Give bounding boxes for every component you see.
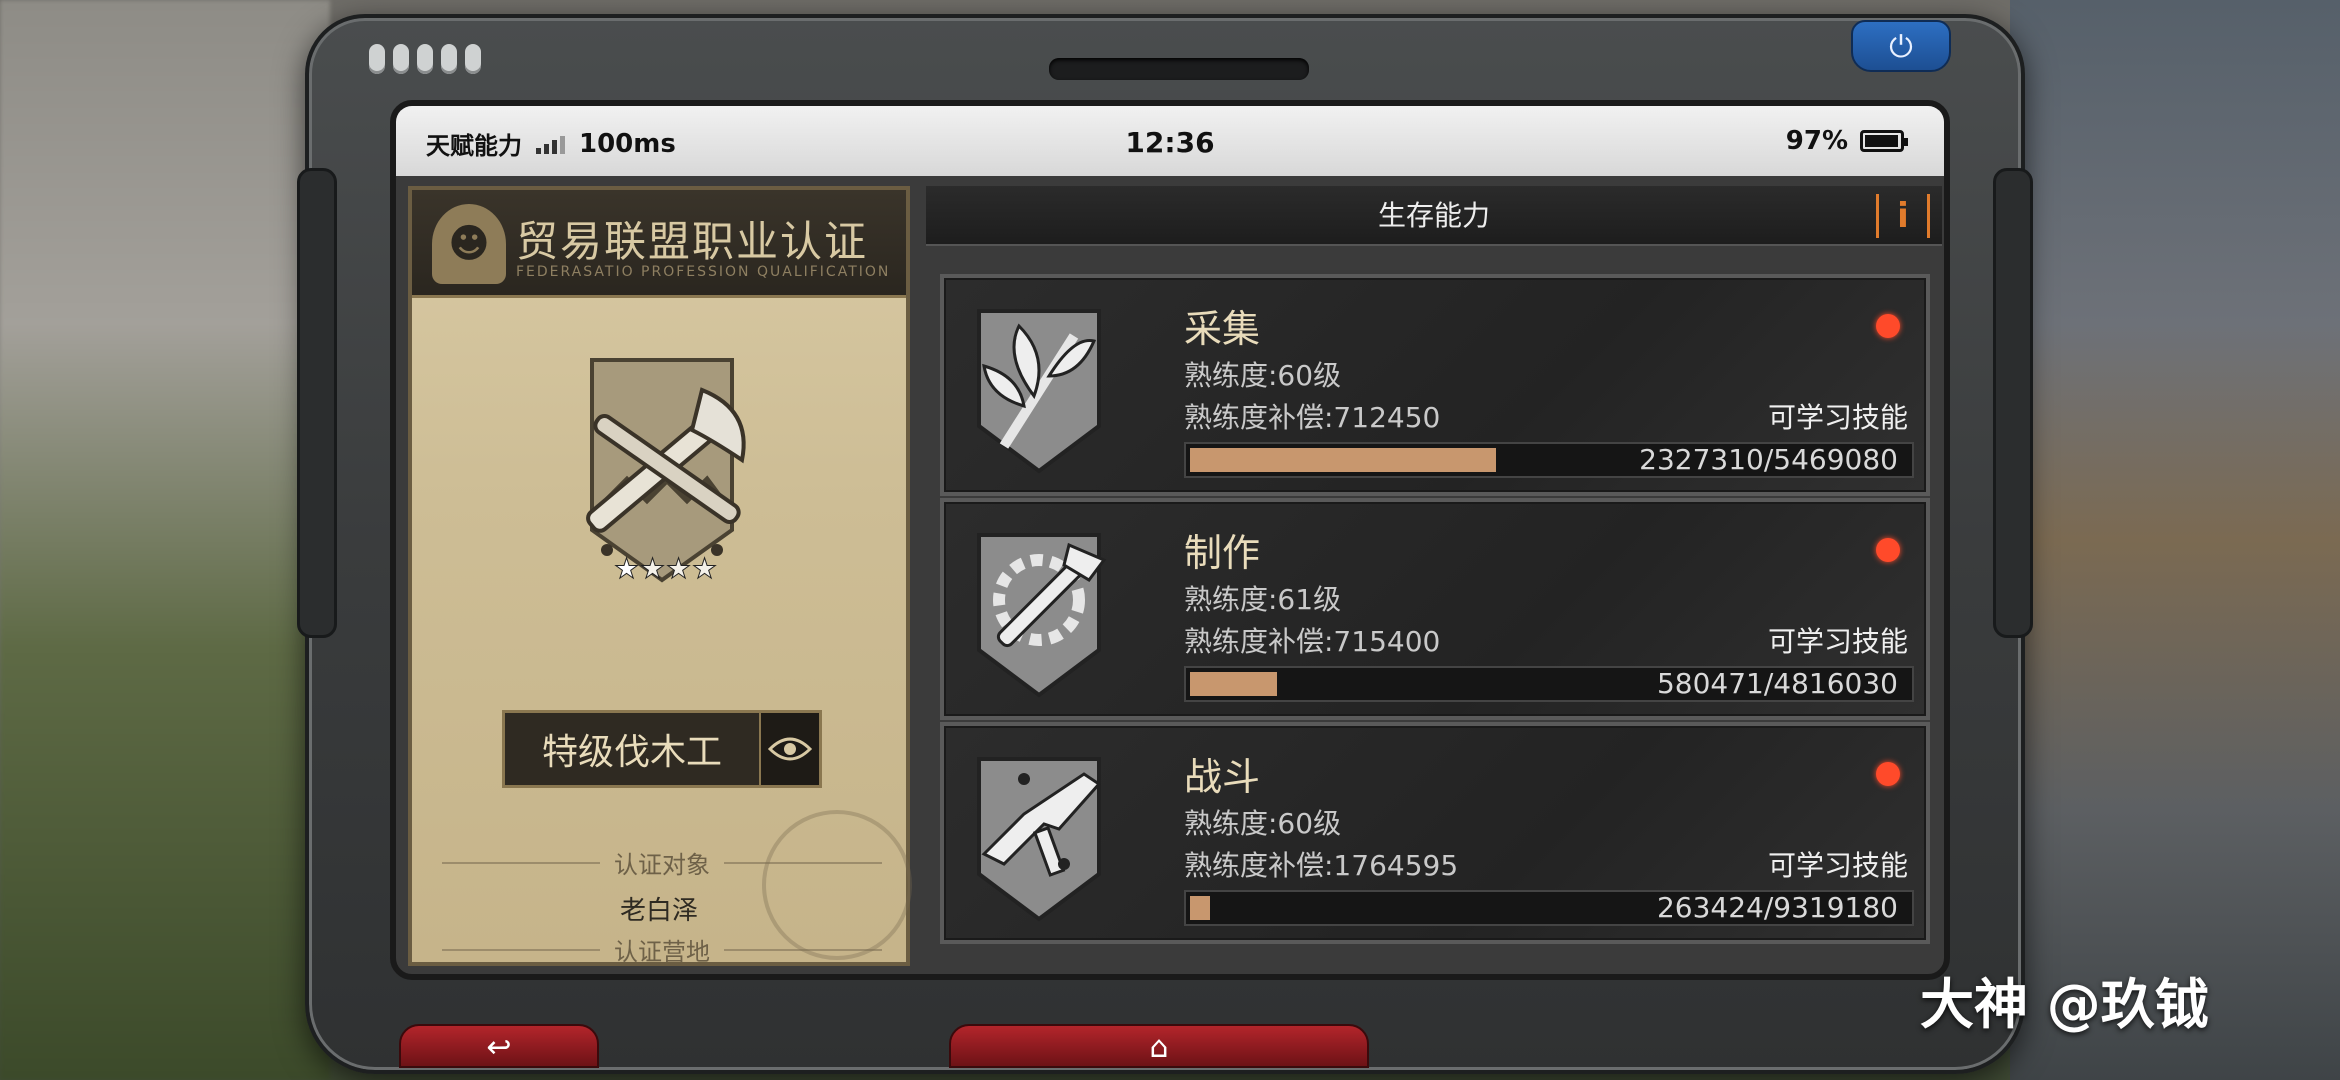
leaf-bundle-icon	[977, 309, 1101, 474]
clock: 12:36	[1125, 126, 1215, 159]
skill-card[interactable]: 制作 熟练度:61级 熟练度补偿:715400 可学习技能 580471/481…	[940, 498, 1930, 720]
skill-compensation: 熟练度补偿:1764595	[1184, 849, 1459, 882]
skill-name: 战斗	[1184, 755, 1261, 799]
rank-star-icon: ★	[666, 552, 691, 585]
learn-skill-link[interactable]: 可学习技能	[1768, 620, 1908, 660]
camp-value: 影卫	[412, 974, 906, 980]
certificate-stamp	[762, 810, 912, 960]
proficiency-bar: 580471/4816030	[1184, 666, 1914, 702]
home-button[interactable]: ⌂	[949, 1024, 1369, 1068]
top-slot	[1049, 58, 1309, 80]
home-icon: ⌂	[1149, 1030, 1169, 1065]
speaker-grille	[369, 44, 481, 74]
skill-level: 熟练度:60级	[1184, 807, 1342, 840]
profession-certificate: ☻ 贸易联盟职业认证 FEDERASATIO PROFESSION QUALIF…	[408, 186, 912, 966]
notification-dot	[1876, 538, 1900, 562]
info-icon: i	[1897, 196, 1909, 236]
battery-percent: 97%	[1785, 126, 1848, 156]
status-bar: 天赋能力 100ms 12:36 97%	[396, 106, 1944, 176]
proficiency-value: 2327310/5469080	[1639, 443, 1898, 476]
skill-compensation: 熟练度补偿:715400	[1184, 625, 1441, 658]
notification-dot	[1876, 762, 1900, 786]
eye-icon	[768, 737, 812, 761]
rank-star-icon: ★	[640, 552, 665, 585]
background-right	[2010, 0, 2340, 1080]
panel-header: 生存能力 i	[926, 186, 1942, 246]
learn-skill-link[interactable]: 可学习技能	[1768, 396, 1908, 436]
rank-name: 特级伐木工	[541, 732, 722, 773]
notification-dot	[1876, 314, 1900, 338]
skill-name: 采集	[1184, 307, 1261, 351]
skill-card[interactable]: 战斗 熟练度:60级 熟练度补偿:1764595 可学习技能 263424/93…	[940, 722, 1930, 944]
watermark: 大神 @玖钺	[1920, 973, 2209, 1036]
right-side-handle	[1993, 168, 2033, 638]
certificate-header: ☻ 贸易联盟职业认证 FEDERASATIO PROFESSION QUALIF…	[412, 190, 906, 298]
left-side-handle	[297, 168, 337, 638]
skill-compensation: 熟练度补偿:712450	[1184, 401, 1441, 434]
proficiency-value: 263424/9319180	[1656, 891, 1898, 924]
back-arrow-icon: ↩	[486, 1030, 512, 1065]
proficiency-bar-fill	[1190, 448, 1496, 472]
skill-card[interactable]: 采集 熟练度:60级 熟练度补偿:712450 可学习技能 2327310/54…	[940, 274, 1930, 496]
back-button[interactable]: ↩	[399, 1024, 599, 1068]
panel-title: 生存能力	[1377, 199, 1490, 232]
rank-star-icon: ★	[614, 552, 639, 585]
rank-title-box: 特级伐木工	[502, 710, 822, 788]
lumberjack-badge-icon: ★ ★ ★ ★	[586, 358, 746, 586]
view-rank-button[interactable]	[759, 713, 819, 785]
submachine-gun-icon	[977, 757, 1102, 922]
certificate-subtitle: FEDERASATIO PROFESSION QUALIFICATION	[516, 264, 891, 280]
battery-icon	[1860, 130, 1908, 152]
skill-name: 制作	[1184, 531, 1261, 575]
skill-level: 熟练度:60级	[1184, 359, 1342, 392]
federation-emblem-icon: ☻	[432, 204, 506, 284]
proficiency-bar-fill	[1190, 896, 1211, 920]
rank-stars: ★ ★ ★ ★	[614, 552, 718, 586]
certificate-title: 贸易联盟职业认证	[516, 217, 869, 266]
power-button[interactable]: ⏻	[1851, 20, 1951, 72]
proficiency-bar: 263424/9319180	[1184, 890, 1914, 926]
proficiency-value: 580471/4816030	[1656, 667, 1898, 700]
rank-star-icon: ★	[692, 552, 717, 585]
background-left	[0, 0, 330, 1080]
learn-skill-link[interactable]: 可学习技能	[1768, 844, 1908, 884]
hammer-gear-icon	[977, 533, 1107, 698]
info-button[interactable]: i	[1876, 194, 1930, 238]
screen: 天赋能力 100ms 12:36 97% ☻ 贸易联盟职业认证 FEDERASA…	[390, 100, 1950, 980]
power-icon: ⏻	[1889, 30, 1913, 65]
proficiency-bar: 2327310/5469080	[1184, 442, 1914, 478]
proficiency-bar-fill	[1190, 672, 1277, 696]
skill-level: 熟练度:61级	[1184, 583, 1342, 616]
